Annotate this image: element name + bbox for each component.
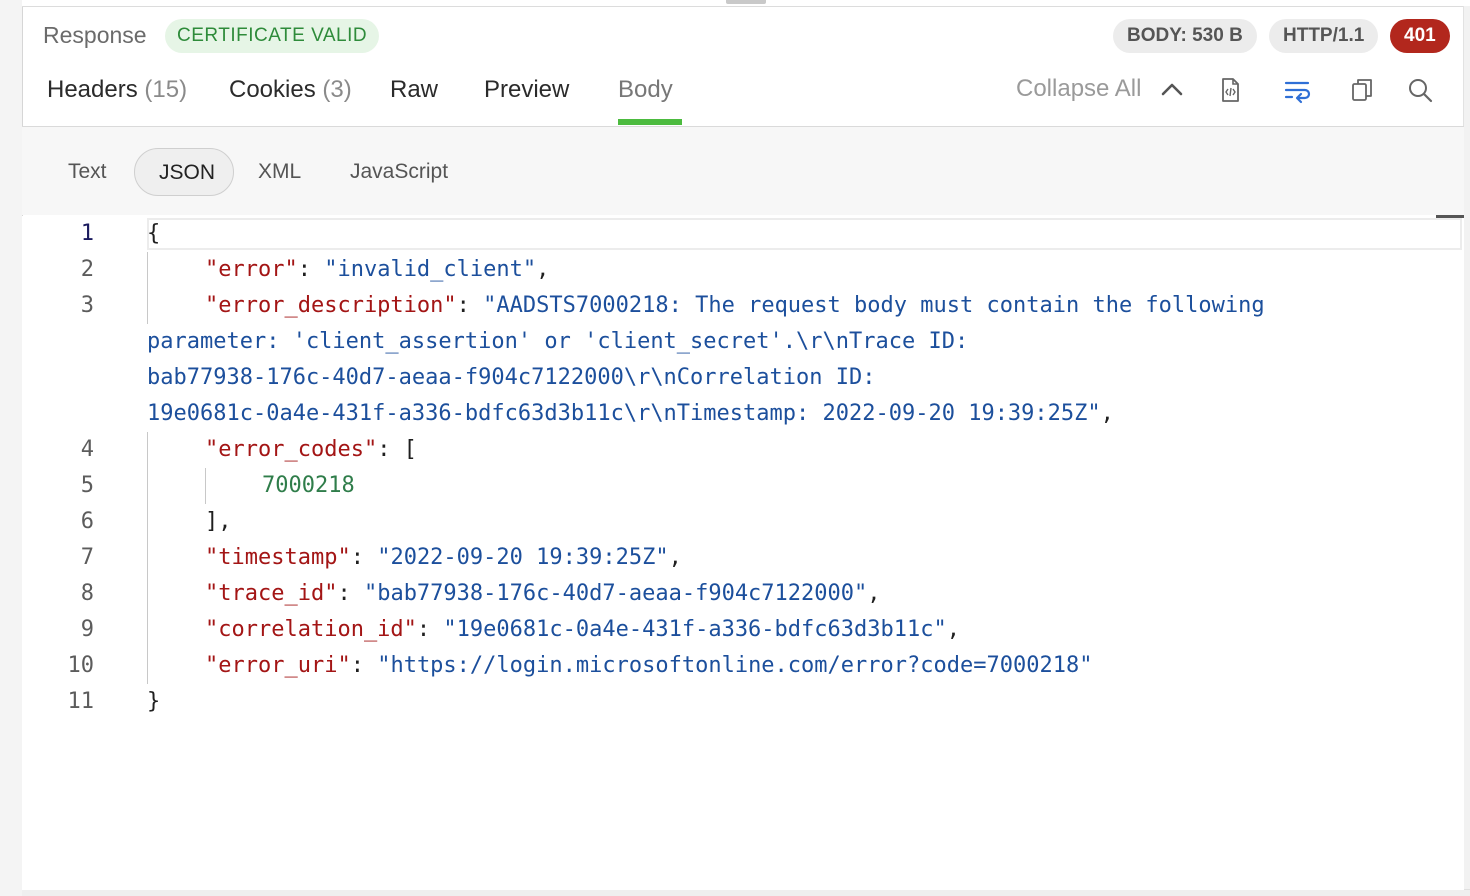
- json-key: "error_description": [205, 293, 457, 318]
- response-title: Response: [43, 22, 147, 48]
- line-number: 10: [67, 653, 95, 678]
- status-code-badge[interactable]: 401: [1390, 19, 1450, 53]
- line-number: 4: [80, 437, 94, 462]
- tab-cookies-label: Cookies: [229, 76, 316, 103]
- code-file-icon[interactable]: [1216, 76, 1244, 104]
- active-tab-indicator: [618, 119, 682, 125]
- code-line-3-wrap-3: 19e0681c-0a4e-431f-a336-bdfc63d3b11c\r\n…: [147, 401, 1114, 426]
- body-size-badge: BODY: 530 B: [1113, 19, 1257, 53]
- code-line-10: "error_uri": "https://login.microsoftonl…: [205, 653, 1093, 678]
- code-line-3: "error_description": "AADSTS7000218: The…: [205, 293, 1265, 318]
- code-line-7: "timestamp": "2022-09-20 19:39:25Z",: [205, 545, 682, 570]
- code-line-6: ],: [205, 509, 232, 534]
- json-key: "error": [205, 257, 298, 282]
- format-bar: [22, 127, 1464, 215]
- line-number: 3: [80, 293, 94, 318]
- pane-resize-handle[interactable]: [726, 0, 766, 4]
- json-string: "2022-09-20 19:39:25Z": [377, 545, 669, 570]
- format-javascript-button[interactable]: JavaScript: [350, 148, 448, 196]
- code-line-5: 7000218: [262, 473, 355, 498]
- json-string: 19e0681c-0a4e-431f-a336-bdfc63d3b11c\r\n…: [147, 401, 1101, 426]
- json-number: 7000218: [262, 473, 355, 498]
- current-line-highlight: [147, 218, 1462, 250]
- tab-preview-label: Preview: [484, 76, 570, 103]
- left-sidebar-edge: [0, 0, 23, 896]
- code-line-3-wrap-1: parameter: 'client_assertion' or 'client…: [147, 329, 969, 354]
- code-line-1: {: [147, 221, 160, 246]
- line-number: 1: [80, 221, 94, 246]
- protocol-badge: HTTP/1.1: [1269, 19, 1379, 53]
- line-number: 5: [80, 473, 94, 498]
- indent-guide: [147, 252, 148, 324]
- copy-icon[interactable]: [1348, 76, 1376, 104]
- code-line-2: "error": "invalid_client",: [205, 257, 550, 282]
- tab-preview[interactable]: Preview: [484, 76, 569, 104]
- json-string: "invalid_client": [324, 257, 537, 282]
- indent-guide: [147, 432, 148, 684]
- line-number: 11: [67, 689, 95, 714]
- tab-cookies[interactable]: Cookies (3): [229, 76, 352, 104]
- certificate-badge[interactable]: CERTIFICATE VALID: [165, 19, 380, 53]
- line-number: 6: [80, 509, 94, 534]
- code-line-4: "error_codes": [: [205, 437, 417, 462]
- scrollbar-track[interactable]: [1463, 6, 1470, 890]
- tab-headers-count: (15): [144, 76, 188, 103]
- json-link[interactable]: "https://login.microsoftonline.com/error…: [377, 653, 1092, 678]
- collapse-all-button[interactable]: Collapse All: [1016, 75, 1141, 103]
- pane-bottom-border: [22, 889, 1470, 896]
- format-xml-button[interactable]: XML: [258, 148, 301, 196]
- line-number: 8: [80, 581, 94, 606]
- chevron-up-icon[interactable]: [1158, 76, 1186, 104]
- json-key: "trace_id": [205, 581, 338, 606]
- tab-raw[interactable]: Raw: [390, 76, 438, 104]
- line-number: 7: [80, 545, 94, 570]
- tab-body[interactable]: Body: [618, 76, 673, 104]
- close-brace: }: [147, 689, 161, 714]
- code-line-11: }: [147, 689, 160, 714]
- line-number: 9: [80, 617, 94, 642]
- json-key: "correlation_id": [205, 617, 417, 642]
- json-key: "error_uri": [205, 653, 351, 678]
- tab-headers-label: Headers: [47, 76, 138, 103]
- code-line-9: "correlation_id": "19e0681c-0a4e-431f-a3…: [205, 617, 960, 642]
- json-key: "timestamp": [205, 545, 351, 570]
- open-brace: {: [147, 221, 161, 246]
- tab-headers[interactable]: Headers (15): [47, 76, 187, 104]
- json-key: "error_codes": [205, 437, 378, 462]
- search-icon[interactable]: [1406, 76, 1434, 104]
- json-string: "AADSTS7000218: The request body must co…: [483, 293, 1265, 318]
- tab-cookies-count: (3): [322, 76, 352, 103]
- code-line-3-wrap-2: bab77938-176c-40d7-aeaa-f904c7122000\r\n…: [147, 365, 876, 390]
- indent-guide: [205, 468, 206, 504]
- format-json-button[interactable]: JSON: [134, 148, 234, 196]
- scrollbar-thumb[interactable]: [1436, 215, 1464, 218]
- line-number: 2: [80, 257, 94, 282]
- format-text-button[interactable]: Text: [68, 148, 107, 196]
- json-string: "19e0681c-0a4e-431f-a336-bdfc63d3b11c": [443, 617, 947, 642]
- tab-body-label: Body: [618, 76, 673, 103]
- json-string: "bab77938-176c-40d7-aeaa-f904c7122000": [363, 581, 868, 606]
- wrap-lines-icon[interactable]: [1283, 76, 1311, 104]
- code-line-8: "trace_id": "bab77938-176c-40d7-aeaa-f90…: [205, 581, 881, 606]
- tab-raw-label: Raw: [390, 76, 439, 103]
